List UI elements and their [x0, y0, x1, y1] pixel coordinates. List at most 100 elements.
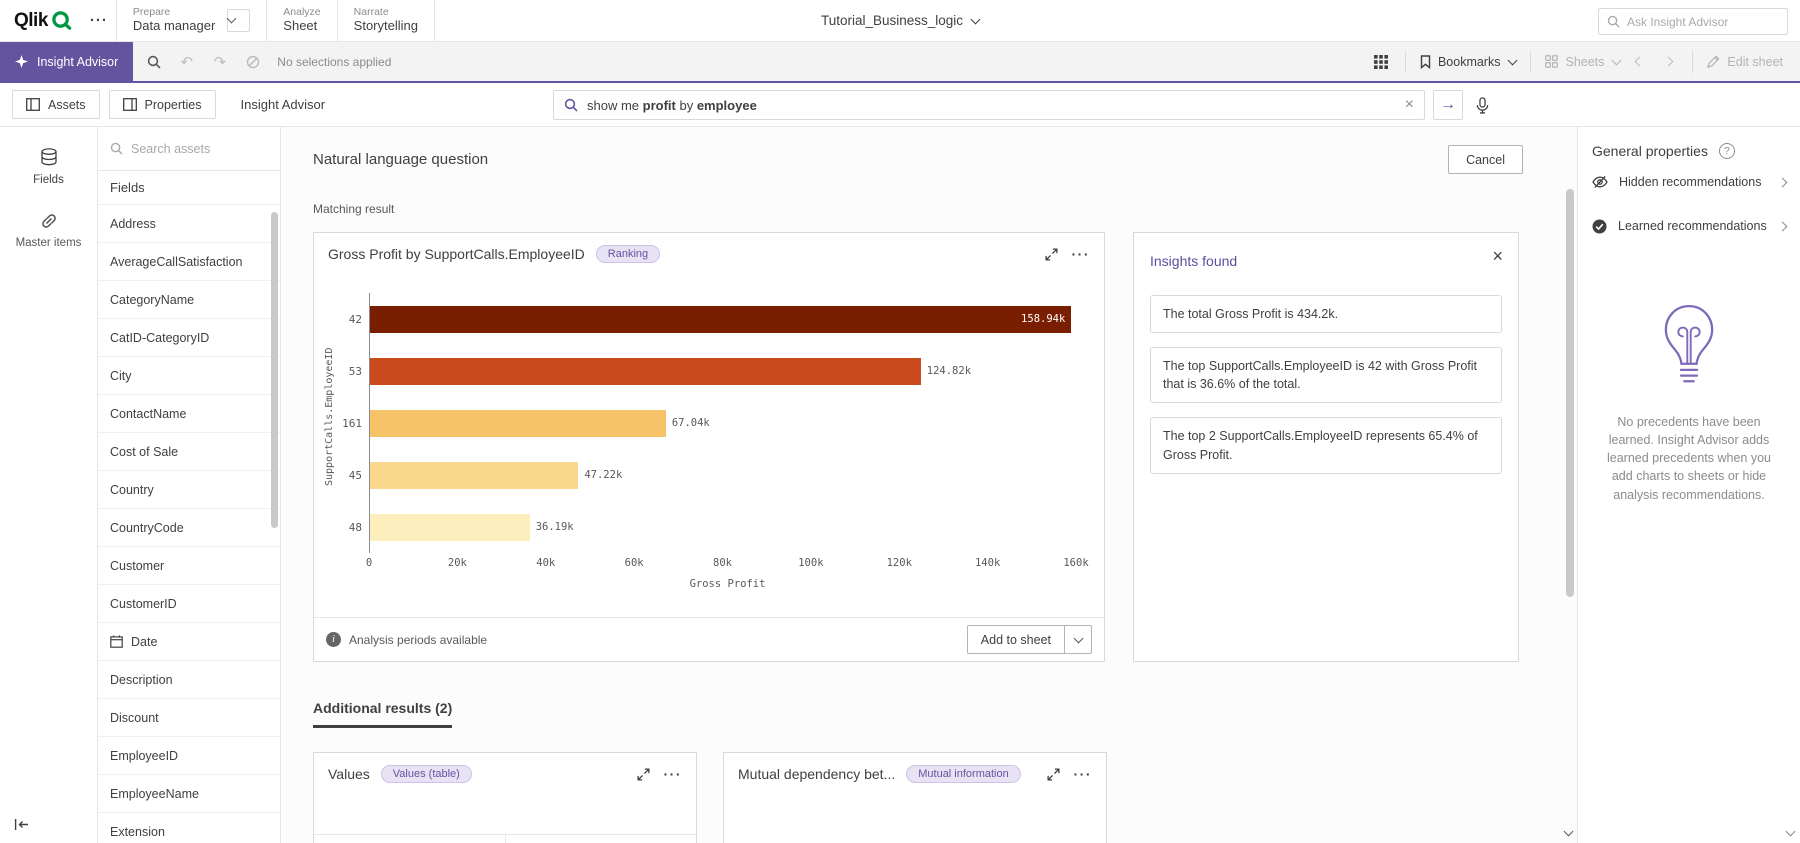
expand-chart-button[interactable]: [1045, 248, 1058, 261]
field-item[interactable]: Address: [98, 204, 280, 242]
microphone-button[interactable]: [1467, 90, 1497, 120]
insights-card: Insights found × The total Gross Profit …: [1133, 232, 1519, 662]
nav-item-label: Sheet: [283, 18, 320, 35]
field-item[interactable]: CountryCode: [98, 508, 280, 546]
selections-back-button[interactable]: ↶: [172, 47, 201, 76]
ask-insight-advisor-input[interactable]: Ask Insight Advisor: [1598, 8, 1788, 35]
submit-question-button[interactable]: →: [1433, 90, 1463, 120]
data-manager-dropdown-button[interactable]: [227, 9, 250, 32]
app-overview-button[interactable]: [1367, 47, 1396, 76]
field-item[interactable]: AverageCallSatisfaction: [98, 242, 280, 280]
nav-narrate[interactable]: Narrate Storytelling: [337, 0, 435, 41]
values-column-employeeid[interactable]: SupportCalls.EmployeeID: [314, 835, 505, 843]
bookmarks-button[interactable]: Bookmarks: [1415, 55, 1522, 69]
mutual-card-header: Mutual dependency bet... Mutual informat…: [724, 753, 1106, 795]
close-insights-button[interactable]: ×: [1492, 247, 1503, 265]
edit-sheet-button[interactable]: Edit sheet: [1702, 55, 1788, 69]
chart-menu-button[interactable]: ···: [1074, 766, 1093, 782]
chevron-right-icon: [1778, 221, 1788, 231]
next-sheet-button[interactable]: [1654, 47, 1683, 76]
properties-toggle-button[interactable]: Properties: [109, 90, 216, 119]
bar[interactable]: [370, 514, 530, 541]
selections-forward-button[interactable]: ↷: [205, 47, 234, 76]
field-item[interactable]: Cost of Sale: [98, 432, 280, 470]
field-item[interactable]: Country: [98, 470, 280, 508]
global-menu-button[interactable]: ···: [82, 0, 116, 41]
add-to-sheet-dropdown[interactable]: [1064, 626, 1091, 653]
smart-search-button[interactable]: [139, 47, 168, 76]
help-icon[interactable]: ?: [1719, 143, 1735, 159]
field-label: Description: [110, 673, 173, 687]
field-label: CustomerID: [110, 597, 177, 611]
bar[interactable]: [370, 462, 578, 489]
nl-question-input[interactable]: show me profit by employee ×: [553, 90, 1425, 120]
field-item[interactable]: CustomerID: [98, 584, 280, 622]
clear-search-button[interactable]: ×: [1405, 97, 1414, 113]
values-column-gross-profit[interactable]: Gross Profit: [505, 835, 697, 843]
field-item[interactable]: EmployeeID: [98, 736, 280, 774]
field-label: CategoryName: [110, 293, 194, 307]
search-icon: [110, 142, 123, 155]
nav-analyze[interactable]: Analyze Sheet: [266, 0, 336, 41]
field-item[interactable]: Date: [98, 622, 280, 660]
field-item[interactable]: CatID-CategoryID: [98, 318, 280, 356]
bar[interactable]: 158.94k: [370, 306, 1071, 333]
previous-sheet-button[interactable]: [1625, 47, 1654, 76]
properties-panel-header: General properties ?: [1592, 143, 1786, 159]
insight-item[interactable]: The total Gross Profit is 434.2k.: [1150, 295, 1502, 333]
tab-additional-results[interactable]: Additional results (2): [313, 700, 452, 728]
selections-status: No selections applied: [277, 42, 391, 81]
bar-row: 124.82k: [370, 345, 1076, 397]
chart-menu-button[interactable]: ···: [664, 766, 683, 782]
chart-menu-button[interactable]: ···: [1072, 246, 1091, 262]
field-item[interactable]: City: [98, 356, 280, 394]
nav-analyze-text: Analyze Sheet: [283, 6, 320, 35]
field-item[interactable]: ContactName: [98, 394, 280, 432]
master-items-link-icon: [40, 212, 58, 230]
grid-icon: [1374, 55, 1388, 69]
field-item[interactable]: Description: [98, 660, 280, 698]
nav-prepare[interactable]: Prepare Data manager: [116, 0, 266, 41]
field-item[interactable]: Extension: [98, 812, 280, 843]
ask-placeholder: Ask Insight Advisor: [1627, 15, 1728, 29]
main-scrollbar[interactable]: [1566, 189, 1574, 597]
rail-fields-tab[interactable]: Fields: [0, 135, 97, 199]
rail-master-items-tab[interactable]: Master items: [0, 199, 97, 262]
values-table-header: SupportCalls.EmployeeID Gross Profit: [314, 834, 696, 843]
cancel-button[interactable]: Cancel: [1448, 145, 1523, 174]
field-item[interactable]: CategoryName: [98, 280, 280, 318]
assets-toggle-button[interactable]: Assets: [12, 90, 100, 119]
bar[interactable]: [370, 410, 666, 437]
nl-search-text: show me profit by employee: [587, 98, 1396, 113]
expand-chart-button[interactable]: [1047, 768, 1060, 781]
insight-advisor-button[interactable]: Insight Advisor: [0, 42, 133, 81]
learned-recommendations-label: Learned recommendations: [1618, 219, 1767, 233]
recognized-token: employee: [697, 98, 757, 113]
scroll-down-icon[interactable]: [1786, 827, 1796, 837]
values-card: Values Values (table) ··· Supp: [313, 752, 697, 843]
clear-selections-button[interactable]: [238, 47, 267, 76]
field-item[interactable]: Customer: [98, 546, 280, 584]
assets-scrollbar[interactable]: [271, 212, 278, 528]
expand-chart-button[interactable]: [637, 768, 650, 781]
app-title[interactable]: Tutorial_Business_logic: [821, 0, 979, 41]
field-item[interactable]: Discount: [98, 698, 280, 736]
analysis-periods-text: Analysis periods available: [349, 633, 487, 647]
field-item[interactable]: EmployeeName: [98, 774, 280, 812]
learned-recommendations-item[interactable]: Learned recommendations: [1592, 205, 1786, 247]
sheets-button[interactable]: Sheets: [1540, 55, 1625, 69]
insight-item[interactable]: The top 2 SupportCalls.EmployeeID repres…: [1150, 417, 1502, 473]
hidden-recommendations-item[interactable]: Hidden recommendations: [1592, 161, 1786, 203]
properties-panel-icon: [123, 98, 137, 111]
bar[interactable]: [370, 358, 921, 385]
assets-panel: Search assets Fields AddressAverageCallS…: [98, 127, 281, 843]
nav-narrate-text: Narrate Storytelling: [354, 6, 418, 35]
search-assets-input[interactable]: Search assets: [98, 127, 280, 171]
collapse-panel-button[interactable]: [14, 818, 29, 831]
content-area: Fields Master items Search assets Fields…: [0, 127, 1800, 843]
pencil-icon: [1707, 55, 1720, 68]
add-to-sheet-button[interactable]: Add to sheet: [967, 625, 1092, 654]
insight-item[interactable]: The top SupportCalls.EmployeeID is 42 wi…: [1150, 347, 1502, 403]
fields-section-header[interactable]: Fields: [98, 171, 280, 204]
search-text-segment: by: [676, 98, 697, 113]
